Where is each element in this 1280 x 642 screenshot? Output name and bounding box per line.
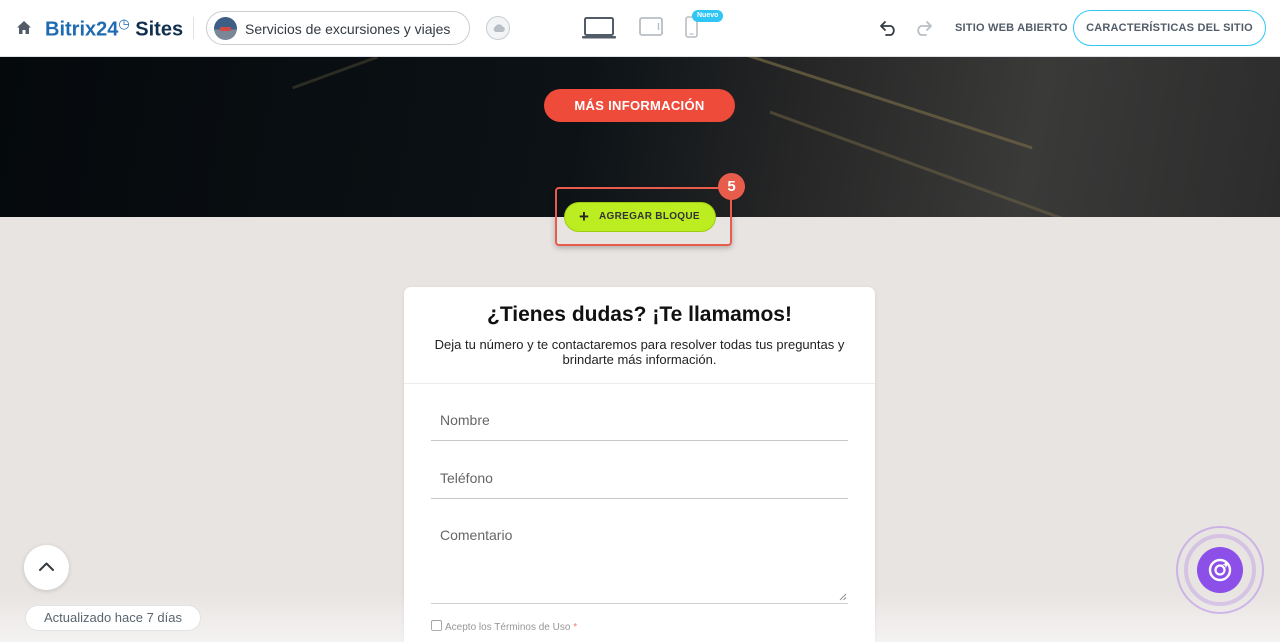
phone-field[interactable]: Teléfono (431, 457, 848, 499)
brand-logo[interactable]: Bitrix24◷ Sites (45, 16, 183, 42)
scroll-up-button[interactable] (24, 545, 69, 590)
terms-checkbox-row: Acepto los Términos de Uso * (431, 620, 577, 633)
road-stripe (769, 110, 1081, 217)
chevron-up-icon (39, 562, 54, 571)
brand-product: Sites (135, 18, 184, 41)
new-badge: Nuevo (692, 10, 724, 22)
comment-field-label: Comentario (440, 527, 513, 543)
copilot-core (1197, 547, 1243, 593)
name-field[interactable]: Nombre (431, 399, 848, 441)
terms-checkbox[interactable] (431, 620, 442, 631)
required-marker: * (573, 622, 578, 633)
brand-name: Bitrix24 (45, 18, 119, 41)
form-divider (404, 383, 875, 384)
callback-form-card: ¿Tienes dudas? ¡Te llamamos! Deja tu núm… (404, 287, 875, 642)
site-selector[interactable]: Servicios de excursiones y viajes (206, 11, 470, 45)
home-icon[interactable] (15, 19, 33, 37)
redo-icon[interactable] (913, 19, 933, 37)
site-features-button[interactable]: CARACTERÍSTICAS DEL SITIO (1073, 10, 1266, 46)
tablet-icon[interactable] (639, 17, 663, 36)
plus-icon: + (579, 207, 590, 226)
phone-field-label: Teléfono (440, 470, 493, 486)
road-stripe (292, 57, 378, 90)
name-field-label: Nombre (440, 412, 490, 428)
copilot-button[interactable] (1176, 526, 1264, 614)
topbar-divider (193, 17, 194, 39)
resize-handle-icon[interactable] (839, 593, 847, 601)
open-site-link[interactable]: SITIO WEB ABIERTO (955, 22, 1068, 34)
updated-status: Actualizado hace 7 días (25, 605, 201, 631)
comment-field[interactable]: Comentario (431, 515, 848, 604)
more-info-button[interactable]: MÁS INFORMACIÓN (544, 89, 735, 122)
top-bar: Bitrix24◷ Sites Servicios de excursiones… (0, 0, 1280, 57)
clock-icon: ◷ (118, 16, 130, 31)
add-block-label: AGREGAR BLOQUE (599, 211, 700, 222)
add-block-button[interactable]: + AGREGAR BLOQUE (564, 202, 716, 232)
road-stripe (727, 57, 1033, 150)
step-badge: 5 (718, 173, 745, 200)
form-description: Deja tu número y te contactaremos para r… (434, 337, 845, 367)
form-title: ¿Tienes dudas? ¡Te llamamos! (487, 303, 792, 326)
cloud-button[interactable] (486, 16, 510, 40)
undo-icon[interactable] (879, 19, 899, 37)
site-name: Servicios de excursiones y viajes (245, 21, 451, 37)
terms-label: Acepto los Términos de Uso (445, 622, 571, 633)
site-avatar (214, 17, 237, 40)
copilot-icon (1208, 558, 1232, 582)
desktop-icon[interactable] (582, 16, 616, 40)
cloud-icon (493, 24, 505, 32)
